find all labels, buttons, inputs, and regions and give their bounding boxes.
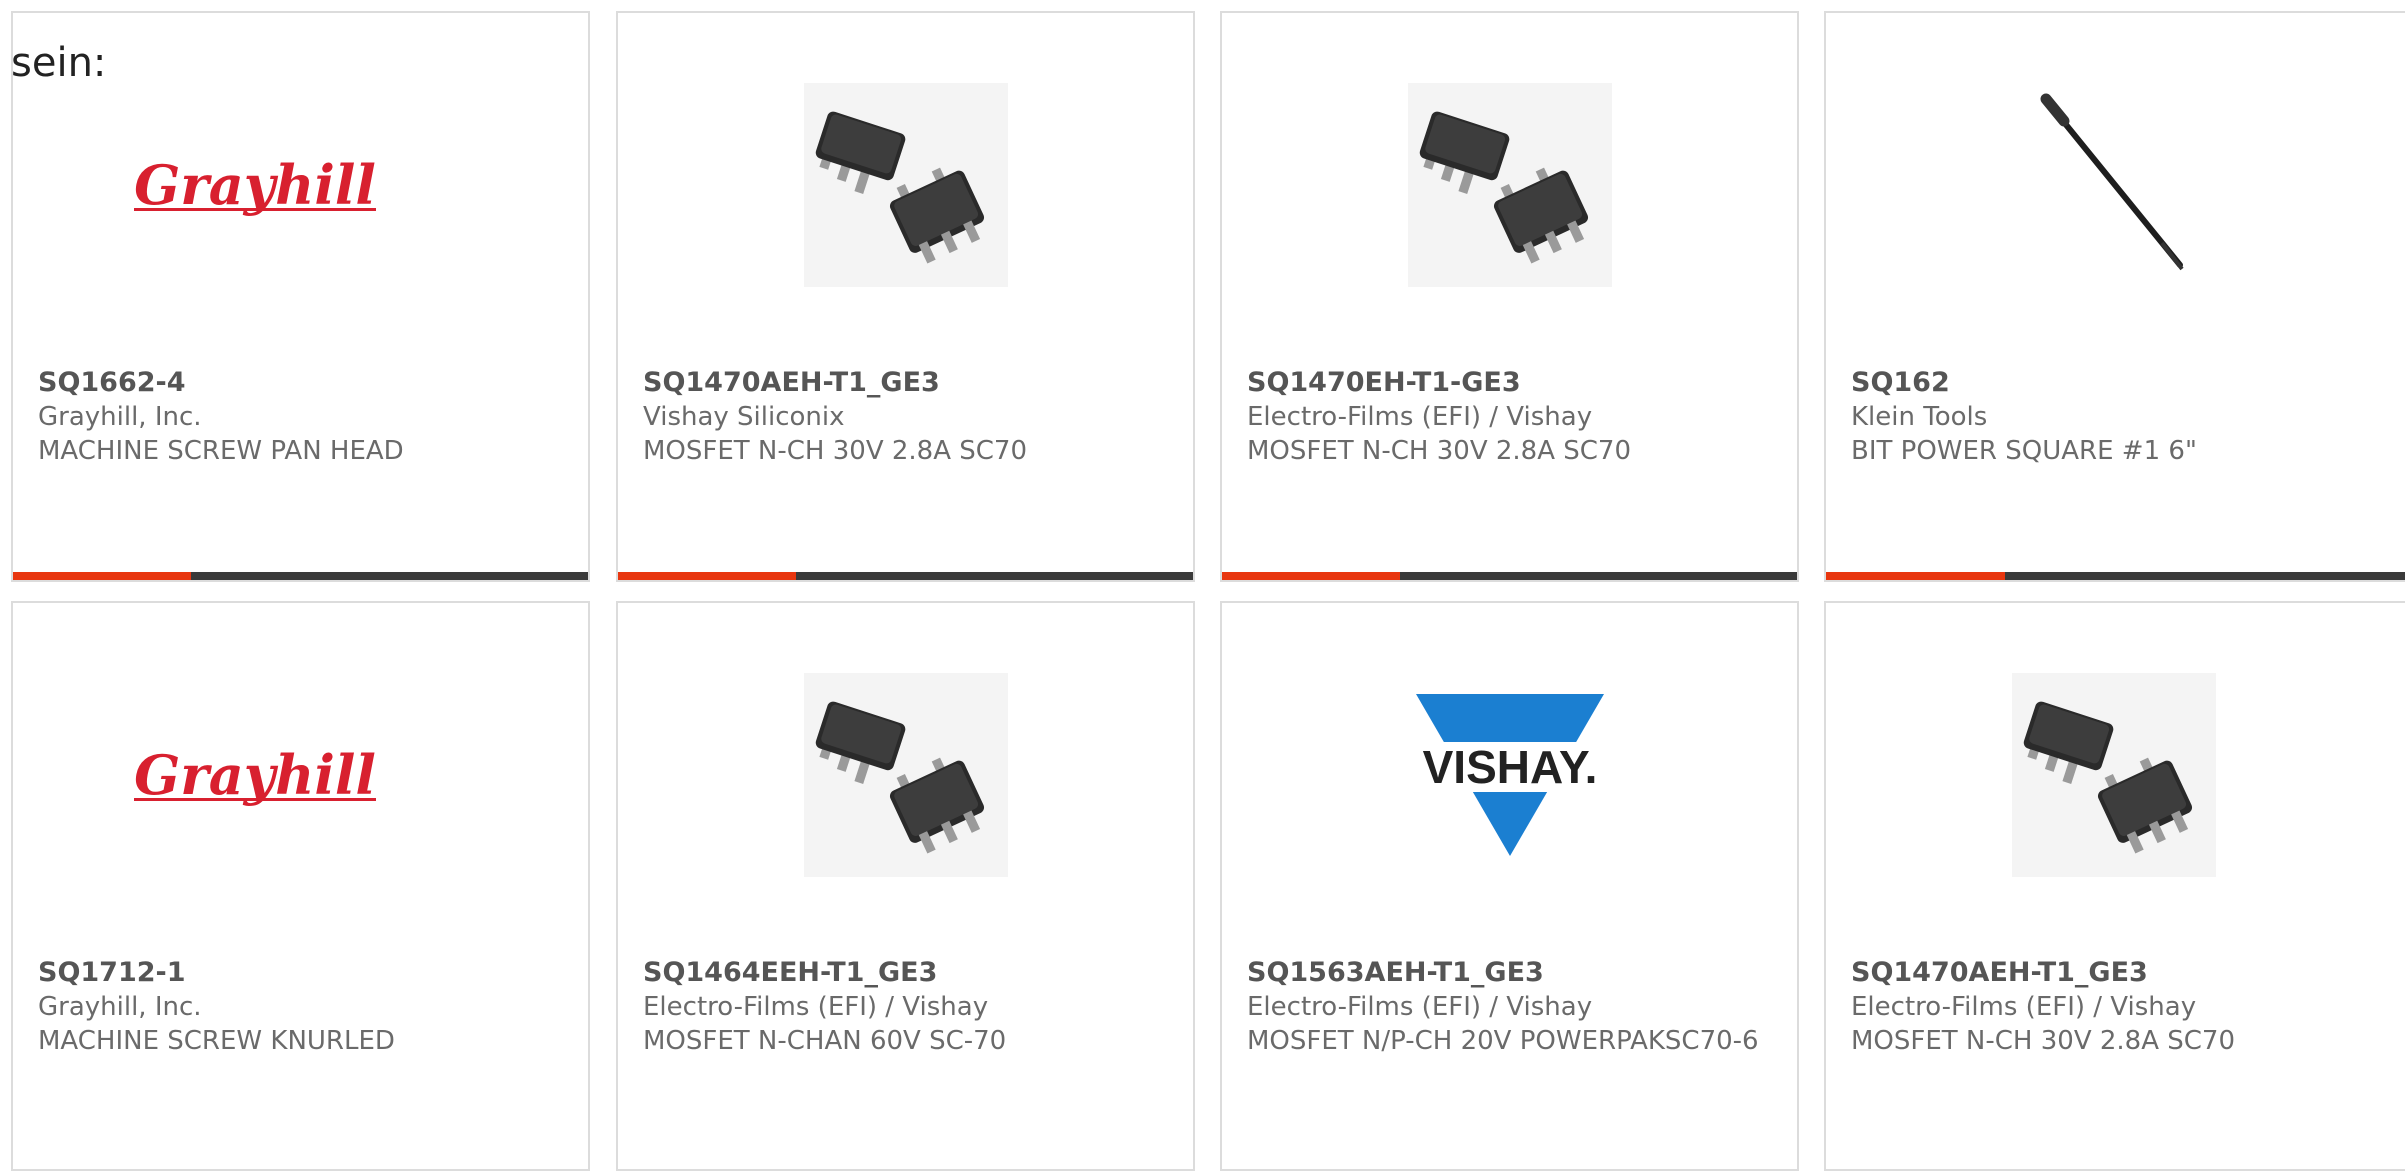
progress-fill: [13, 572, 192, 580]
part-number-link[interactable]: SQ1464EEH-T1_GE3: [643, 955, 1173, 990]
svg-text:VISHAY.: VISHAY.: [1423, 741, 1598, 793]
manufacturer-name: Grayhill, Inc.: [38, 402, 202, 432]
product-description: MACHINE SCREW PAN HEAD: [38, 436, 404, 466]
sc70-package-icon: [804, 673, 1008, 877]
part-number-link[interactable]: SQ1470AEH-T1_GE3: [1851, 955, 2385, 990]
product-image[interactable]: [1408, 83, 1612, 287]
product-card[interactable]: VISHAY. SQ1563AEH-T1_GE3 Electro-Films (…: [1220, 601, 1799, 1171]
manufacturer-name: Klein Tools: [1851, 402, 1988, 432]
progress-fill: [1222, 572, 1401, 580]
product-image[interactable]: [2012, 673, 2216, 877]
product-description: MOSFET N-CH 30V 2.8A SC70: [1247, 436, 1632, 466]
product-description: MOSFET N-CH 30V 2.8A SC70: [643, 436, 1028, 466]
part-number-link[interactable]: SQ162: [1851, 365, 2385, 400]
product-description: MOSFET N/P-CH 20V POWERPAKSC70-6: [1247, 1026, 1759, 1056]
product-description: BIT POWER SQUARE #1 6": [1851, 436, 2197, 466]
progress-bar: [1826, 572, 2405, 580]
product-card[interactable]: Grayhill SQ1712-1 Grayhill, Inc. MACHINE…: [11, 601, 590, 1171]
manufacturer-name: Electro-Films (EFI) / Vishay: [1851, 992, 2197, 1022]
product-card[interactable]: SQ162 Klein Tools BIT POWER SQUARE #1 6": [1824, 11, 2405, 582]
part-number-link[interactable]: SQ1470EH-T1-GE3: [1247, 365, 1777, 400]
manufacturer-name: Electro-Films (EFI) / Vishay: [1247, 992, 1593, 1022]
product-image[interactable]: [2012, 83, 2216, 287]
product-card[interactable]: SQ1470EH-T1-GE3 Electro-Films (EFI) / Vi…: [1220, 11, 1799, 582]
product-card[interactable]: SQ1464EEH-T1_GE3 Electro-Films (EFI) / V…: [616, 601, 1195, 1171]
product-image[interactable]: VISHAY.: [1408, 673, 1612, 877]
part-number-link[interactable]: SQ1662-4: [38, 365, 568, 400]
sc70-package-icon: [804, 83, 1008, 287]
progress-fill: [1826, 572, 2006, 580]
sc70-package-icon: [1408, 83, 1612, 287]
grayhill-logo-icon: Grayhill: [134, 743, 376, 807]
product-description: MOSFET N-CH 30V 2.8A SC70: [1851, 1026, 2236, 1056]
part-number-link[interactable]: SQ1712-1: [38, 955, 568, 990]
progress-bar: [13, 572, 588, 580]
product-card[interactable]: SQ1470AEH-T1_GE3 Vishay Siliconix MOSFET…: [616, 11, 1195, 582]
product-card[interactable]: SQ1470AEH-T1_GE3 Electro-Films (EFI) / V…: [1824, 601, 2405, 1171]
manufacturer-name: Vishay Siliconix: [643, 402, 845, 432]
product-card[interactable]: Grayhill SQ1662-4 Grayhill, Inc. MACHINE…: [11, 11, 590, 582]
manufacturer-name: Electro-Films (EFI) / Vishay: [643, 992, 989, 1022]
progress-bar: [618, 572, 1193, 580]
product-image[interactable]: Grayhill: [134, 673, 376, 877]
product-image[interactable]: [804, 673, 1008, 877]
product-description: MOSFET N-CHAN 60V SC-70: [643, 1026, 1007, 1056]
part-number-link[interactable]: SQ1470AEH-T1_GE3: [643, 365, 1173, 400]
product-image[interactable]: Grayhill: [134, 83, 376, 287]
sc70-package-icon: [2012, 673, 2216, 877]
progress-fill: [618, 572, 797, 580]
manufacturer-name: Grayhill, Inc.: [38, 992, 202, 1022]
vishay-logo-icon: VISHAY.: [1410, 694, 1610, 856]
progress-bar: [1222, 572, 1797, 580]
product-description: MACHINE SCREW KNURLED: [38, 1026, 395, 1056]
part-number-link[interactable]: SQ1563AEH-T1_GE3: [1247, 955, 1777, 990]
power-bit-icon: [2040, 93, 2184, 271]
intro-text: sein:: [11, 40, 107, 86]
grayhill-logo-icon: Grayhill: [134, 153, 376, 217]
manufacturer-name: Electro-Films (EFI) / Vishay: [1247, 402, 1593, 432]
product-image[interactable]: [804, 83, 1008, 287]
